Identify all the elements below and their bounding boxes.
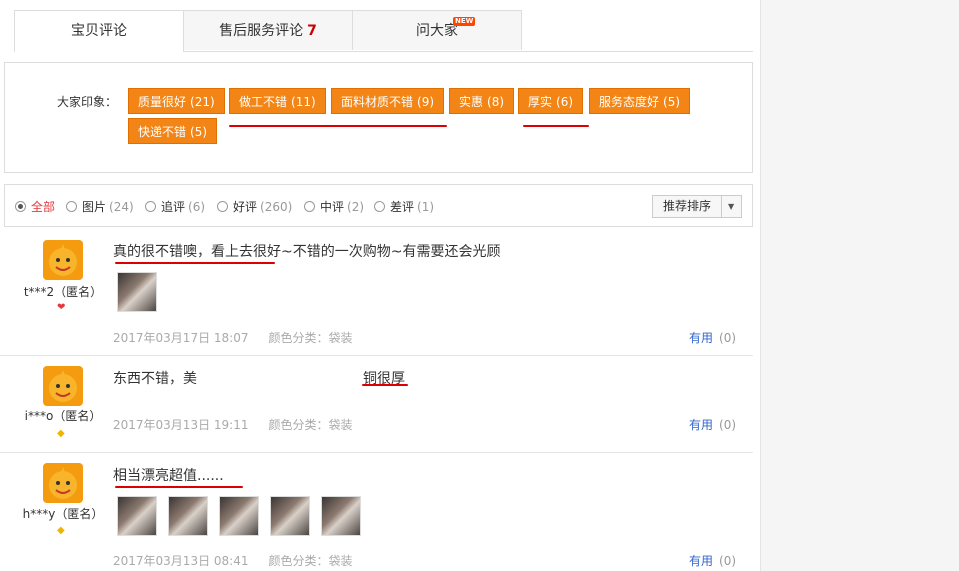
impression-tag[interactable]: 服务态度好 (5)	[589, 88, 691, 114]
avatar	[43, 366, 83, 406]
avatar	[43, 240, 83, 280]
review-photo[interactable]	[321, 496, 361, 536]
red-underline-annotation	[229, 125, 447, 127]
red-underline-annotation	[115, 486, 243, 488]
user-name: t***2（匿名）	[23, 285, 103, 299]
filter-negative[interactable]: 差评 (1)	[374, 198, 434, 215]
caret-down-icon: ▼	[728, 202, 735, 211]
tab-ask-everyone[interactable]: 问大家 NEW	[352, 10, 522, 50]
radio-icon[interactable]	[217, 201, 228, 212]
radio-icon[interactable]	[304, 201, 315, 212]
impressions-label: 大家印象：	[57, 95, 118, 109]
filter-neutral[interactable]: 中评 (2)	[304, 198, 364, 215]
filter-bar: 全部 图片 (24) 追评 (6) 好评 (260) 中评 (2) 差评 (1) 推荐排序…	[4, 184, 753, 227]
mascot-icon	[49, 244, 77, 276]
red-underline-annotation	[115, 262, 275, 264]
heart-level-icon: ❤	[57, 302, 66, 313]
avatar	[43, 463, 83, 503]
tab-after-sales-reviews[interactable]: 售后服务评论 7	[183, 10, 353, 50]
review-item: h***y（匿名） ◆ 相当漂亮超值...... 2017年03月13日 08:…	[0, 453, 753, 571]
review-photo[interactable]	[219, 496, 259, 536]
radio-icon[interactable]	[15, 201, 26, 212]
review-content: 东西不错，美	[113, 371, 197, 387]
review-tabs: 宝贝评论 售后服务评论 7 问大家 NEW	[14, 10, 753, 52]
radio-icon[interactable]	[374, 201, 385, 212]
useful-button[interactable]: 有用 (0)	[689, 329, 736, 346]
review-panel: 宝贝评论 售后服务评论 7 问大家 NEW 大家印象： 质量很好 (21) 做工不错…	[0, 0, 760, 571]
right-side-panel	[760, 0, 959, 571]
sort-dropdown[interactable]: 推荐排序 ▼	[652, 195, 742, 218]
review-photo[interactable]	[270, 496, 310, 536]
red-underline-annotation	[362, 384, 408, 386]
impression-tag[interactable]: 质量很好 (21)	[128, 88, 225, 114]
filter-pictures[interactable]: 图片 (24)	[66, 198, 134, 215]
filter-positive[interactable]: 好评 (260)	[217, 198, 292, 215]
review-content: 真的很不错噢，看上去很好~不错的一次购物~有需要还会光顾	[113, 244, 501, 260]
new-badge: NEW	[453, 17, 476, 26]
impressions-box: 大家印象： 质量很好 (21) 做工不错 (11) 面料材质不错 (9) 实惠 (8) …	[4, 62, 753, 173]
impression-tag[interactable]: 快递不错 (5)	[128, 118, 218, 144]
filter-all[interactable]: 全部	[15, 198, 58, 215]
impression-tag[interactable]: 面料材质不错 (9)	[331, 88, 445, 114]
useful-button[interactable]: 有用 (0)	[689, 552, 736, 569]
diamond-level-icon: ◆	[57, 525, 65, 536]
dropdown-divider	[721, 196, 722, 217]
impression-tag[interactable]: 实惠 (8)	[449, 88, 515, 114]
radio-icon[interactable]	[66, 201, 77, 212]
user-name: h***y（匿名）	[22, 507, 104, 521]
after-sales-count: 7	[307, 23, 317, 39]
review-photo[interactable]	[117, 272, 157, 312]
impression-tag[interactable]: 厚实 (6)	[518, 88, 584, 114]
radio-icon[interactable]	[145, 201, 156, 212]
mascot-icon	[49, 370, 77, 402]
review-meta: 2017年03月17日 18:07 颜色分类：袋装	[113, 331, 353, 345]
review-meta: 2017年03月13日 19:11 颜色分类：袋装	[113, 418, 353, 432]
review-content: 相当漂亮超值......	[113, 468, 224, 484]
review-photo[interactable]	[117, 496, 157, 536]
impression-tag[interactable]: 做工不错 (11)	[229, 88, 326, 114]
review-item: t***2（匿名） ❤ 真的很不错噢，看上去很好~不错的一次购物~有需要还会光顾…	[0, 229, 753, 356]
review-photo[interactable]	[168, 496, 208, 536]
review-item: i***o（匿名） ◆ 东西不错，美 铜很厚 2017年03月13日 19:11…	[0, 356, 753, 453]
user-name: i***o（匿名）	[24, 409, 102, 423]
mascot-icon	[49, 467, 77, 499]
filter-follow-up[interactable]: 追评 (6)	[145, 198, 205, 215]
diamond-level-icon: ◆	[57, 428, 65, 439]
tab-product-reviews[interactable]: 宝贝评论	[14, 10, 184, 52]
useful-button[interactable]: 有用 (0)	[689, 416, 736, 433]
red-underline-annotation	[523, 125, 589, 127]
review-meta: 2017年03月13日 08:41 颜色分类：袋装	[113, 554, 353, 568]
